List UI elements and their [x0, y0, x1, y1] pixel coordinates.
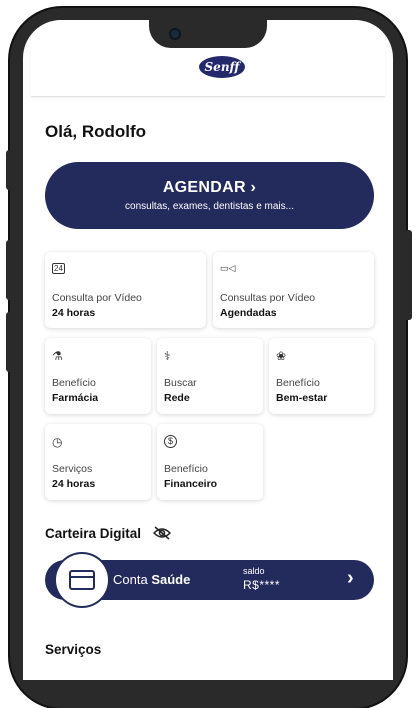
card-label: Consultas por Vídeo	[220, 292, 316, 304]
services-section-title: Serviços	[45, 642, 102, 657]
clock-icon: ◷	[52, 435, 63, 449]
card-value: Agendadas	[220, 307, 277, 319]
card-servicos-24h[interactable]: ◷ Serviços 24 horas	[45, 424, 151, 500]
senff-logo: Senff	[199, 56, 245, 78]
pills-icon: ⚗	[52, 349, 63, 363]
balance-label: saldo	[243, 566, 265, 576]
front-camera	[169, 28, 181, 40]
card-value: Financeiro	[164, 478, 218, 490]
dollar-coin-icon: $	[164, 435, 177, 448]
app-screen: Senff Olá, Rodolfo AGENDAR › consultas, …	[23, 20, 393, 680]
agendar-title: AGENDAR ›	[162, 179, 257, 196]
credit-card-icon	[56, 554, 108, 606]
card-label: Consulta por Vídeo	[52, 292, 142, 304]
card-beneficio-farmacia[interactable]: ⚗ Benefício Farmácia	[45, 338, 151, 414]
card-label: Buscar	[164, 377, 197, 389]
card-label: Serviços	[52, 463, 93, 475]
stethoscope-icon: ⚕	[164, 349, 171, 363]
agendar-button[interactable]: AGENDAR › consultas, exames, dentistas e…	[45, 162, 374, 229]
card-value: 24 horas	[52, 478, 96, 490]
calendar-24-icon: 24	[52, 263, 65, 274]
phone-side-button	[6, 240, 14, 300]
card-consulta-video-24h[interactable]: 24 Consulta por Vídeo 24 horas	[45, 252, 206, 328]
card-beneficio-financeiro[interactable]: $ Benefício Financeiro	[157, 424, 263, 500]
greeting-title: Olá, Rodolfo	[45, 122, 147, 141]
video-camera-icon: ▭◁	[220, 263, 236, 273]
agendar-subtitle: consultas, exames, dentistas e mais...	[125, 201, 294, 212]
phone-side-button	[6, 312, 14, 372]
balance-value: R$****	[243, 578, 281, 592]
card-label: Benefício	[52, 377, 96, 389]
phone-side-button	[404, 230, 412, 320]
card-beneficio-bem-estar[interactable]: ❀ Benefício Bem-estar	[269, 338, 374, 414]
card-value: Bem-estar	[276, 392, 328, 404]
card-value: Farmácia	[52, 392, 99, 404]
card-consultas-agendadas[interactable]: ▭◁ Consultas por Vídeo Agendadas	[213, 252, 374, 328]
card-label: Benefício	[164, 463, 208, 475]
card-buscar-rede[interactable]: ⚕ Buscar Rede	[157, 338, 263, 414]
phone-side-button	[6, 150, 14, 190]
chevron-right-icon[interactable]: ›	[347, 567, 354, 590]
wallet-section-title: Carteira Digital	[45, 524, 171, 541]
phone-notch	[149, 20, 267, 48]
conta-saude-label: Conta Saúde	[113, 572, 191, 587]
lotus-icon: ❀	[276, 349, 287, 363]
card-value: Rede	[164, 392, 190, 404]
card-value: 24 horas	[52, 307, 96, 319]
eye-off-icon[interactable]	[152, 526, 171, 543]
card-label: Benefício	[276, 377, 320, 389]
wallet-section-label: Carteira Digital	[45, 526, 142, 541]
